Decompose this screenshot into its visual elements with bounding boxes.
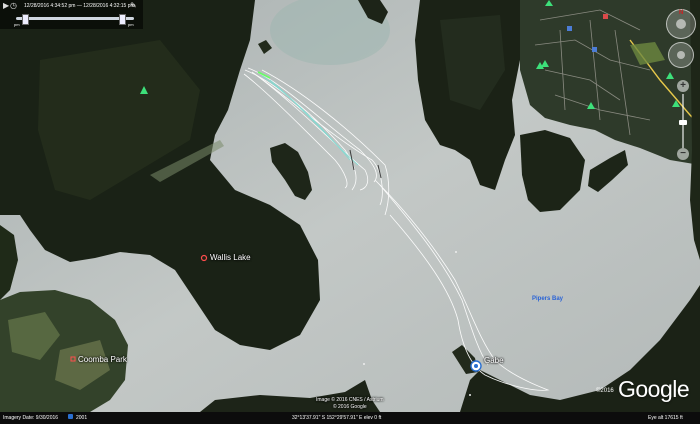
time-start-label: pm <box>14 22 20 27</box>
north-up-button[interactable] <box>676 19 686 29</box>
eye-altitude: Eye alt 17615 ft <box>648 415 683 421</box>
track-point-dot <box>363 363 365 365</box>
imagery-date: Imagery Date: 9/30/2016 <box>3 415 59 421</box>
play-icon[interactable]: ▶ <box>3 2 9 10</box>
zoom-out-button[interactable]: − <box>677 148 689 160</box>
track-point-dot <box>455 251 457 253</box>
imagery-date-icon[interactable] <box>68 414 73 419</box>
historical-year: 2001 <box>76 415 88 421</box>
logo-year: ©2016 <box>596 388 614 394</box>
clock-icon[interactable]: ◷ <box>10 2 17 10</box>
look-joystick-icon[interactable] <box>668 42 694 68</box>
time-range-start: 12/28/2016 4:34:52 pm <box>24 3 76 9</box>
zoom-in-button[interactable]: + <box>677 80 689 92</box>
place-label-wallis-lake: Wallis Lake <box>210 253 251 262</box>
poi-icon[interactable] <box>567 26 572 31</box>
time-slider-start-handle[interactable] <box>22 14 30 25</box>
time-range-end: 12/28/2016 4:32:15 pm <box>83 3 135 9</box>
status-bar: Imagery Date: 9/30/2016 2001 32°13'37.91… <box>0 412 700 424</box>
time-slider-panel[interactable]: ▶ ◷ ✎ 12/28/2016 4:34:52 pm — 12/28/2016… <box>0 0 143 29</box>
zoom-knob[interactable] <box>679 120 687 125</box>
zoom-slider-icon[interactable]: + − <box>676 80 690 162</box>
credit-line-1: Image © 2016 CNES / Astrium <box>316 397 384 403</box>
look-joystick-center[interactable] <box>677 51 685 59</box>
water-label-pipers-bay: Pipers Bay <box>532 296 564 302</box>
time-slider-end-handle[interactable] <box>119 14 127 25</box>
time-range-separator: — <box>76 3 82 9</box>
gps-pin-icon[interactable] <box>470 360 482 372</box>
place-label-gabe: Gabe <box>484 356 504 365</box>
compass-icon[interactable]: N <box>666 9 696 39</box>
credit-line-2: © 2016 Google <box>332 404 367 410</box>
poi-icon[interactable] <box>603 14 608 19</box>
place-label-coomba-park: Coomba Park <box>78 355 127 364</box>
cursor-coordinates: 32°13'37.91" S 152°29'57.91" E elev 0 ft <box>292 415 382 421</box>
map-viewport[interactable]: Wallis Lake Coomba Park Gabe Pipers Bay … <box>0 0 700 424</box>
imagery-credit: Image © 2016 CNES / Astrium © 2016 Googl… <box>316 397 384 411</box>
track-point-dot <box>469 394 471 396</box>
north-indicator: N <box>679 10 684 16</box>
time-range-text: 12/28/2016 4:34:52 pm — 12/28/2016 4:32:… <box>24 3 135 9</box>
poi-icon[interactable] <box>592 47 597 52</box>
google-logo: Google <box>618 376 690 402</box>
time-slider-track[interactable] <box>16 17 134 20</box>
time-end-label: pm <box>128 22 134 27</box>
